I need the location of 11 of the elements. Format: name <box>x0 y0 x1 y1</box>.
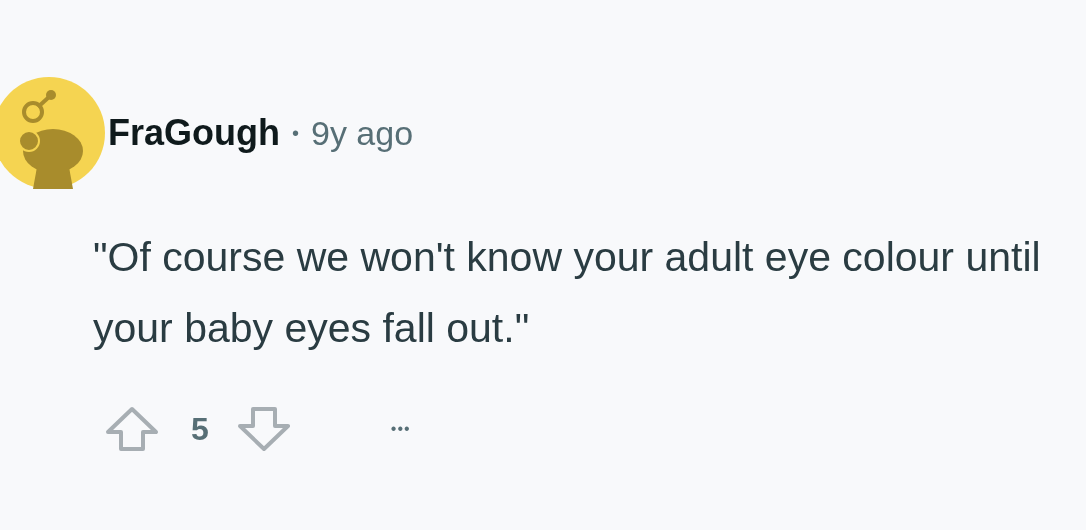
down-arrow-icon <box>236 406 291 452</box>
comment-text: "Of course we won't know your adult eye colour until your baby eyes fall out." <box>93 233 1042 353</box>
avatar-icon <box>0 77 105 189</box>
upvote-button[interactable] <box>105 406 159 452</box>
username[interactable]: FraGough <box>108 112 280 154</box>
timestamp: 9y ago <box>311 113 414 153</box>
vote-count: 5 <box>191 410 209 448</box>
up-arrow-icon <box>105 406 159 452</box>
downvote-button[interactable] <box>236 406 291 452</box>
more-options-button[interactable]: ••• <box>390 420 411 438</box>
separator-dot: • <box>292 121 299 145</box>
